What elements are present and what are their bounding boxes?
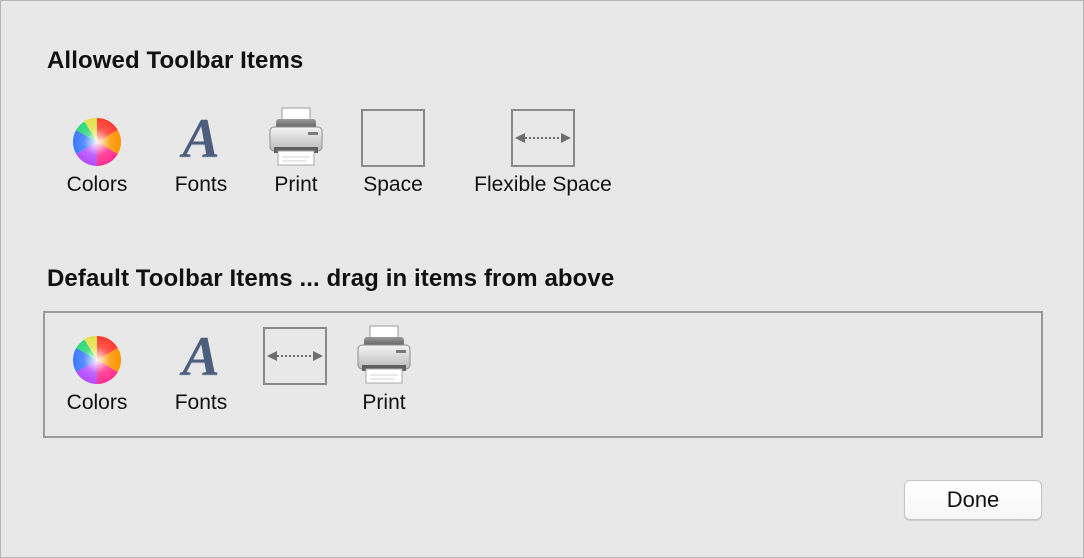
allowed-item-colors[interactable]: Colors bbox=[58, 101, 136, 197]
default-item-print[interactable]: Print bbox=[347, 319, 421, 415]
item-label: Colors bbox=[66, 391, 128, 414]
default-items-title: Default Toolbar Items ... drag in items … bbox=[47, 265, 615, 292]
allowed-item-print[interactable]: Print bbox=[259, 101, 333, 197]
flexible-space-icon bbox=[511, 109, 575, 167]
allowed-items-title: Allowed Toolbar Items bbox=[47, 47, 304, 74]
item-label: Colors bbox=[66, 173, 128, 196]
done-button[interactable]: Done bbox=[904, 480, 1042, 520]
printer-icon bbox=[269, 107, 323, 166]
default-item-colors[interactable]: Colors bbox=[58, 319, 136, 415]
allowed-item-flexible-space[interactable]: Flexible Space bbox=[463, 101, 623, 197]
item-label: Print bbox=[362, 391, 406, 414]
customize-toolbar-sheet: Allowed Toolbar Items Colors A Fonts Pri… bbox=[0, 0, 1084, 558]
color-wheel-icon bbox=[72, 117, 122, 166]
fonts-icon: A bbox=[182, 326, 220, 388]
flexible-space-icon bbox=[263, 327, 327, 385]
item-label: Flexible Space bbox=[474, 173, 612, 196]
default-item-flexible-space[interactable] bbox=[263, 319, 327, 391]
item-label: Print bbox=[274, 173, 318, 196]
space-box-icon bbox=[361, 109, 425, 167]
printer-icon bbox=[357, 325, 411, 384]
allowed-item-space[interactable]: Space bbox=[353, 101, 433, 197]
fonts-icon: A bbox=[182, 108, 220, 170]
item-label: Fonts bbox=[174, 391, 228, 414]
color-wheel-icon bbox=[72, 335, 122, 384]
item-label: Fonts bbox=[174, 173, 228, 196]
default-item-fonts[interactable]: A Fonts bbox=[161, 319, 241, 415]
allowed-item-fonts[interactable]: A Fonts bbox=[161, 101, 241, 197]
item-label: Space bbox=[363, 173, 423, 196]
